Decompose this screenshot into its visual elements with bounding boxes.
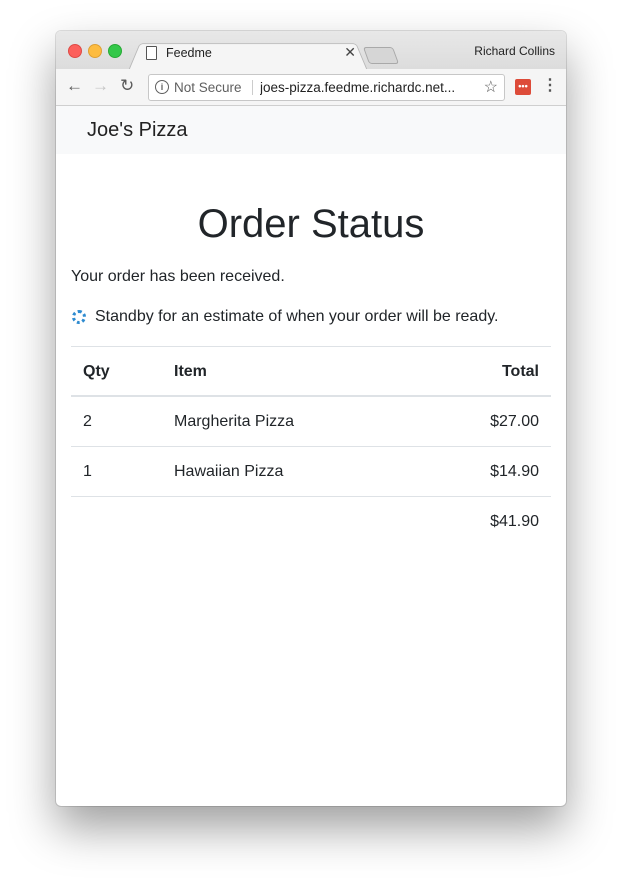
menu-icon[interactable]: ⋮: [542, 77, 558, 95]
grand-total: $41.90: [490, 513, 539, 530]
address-separator: [252, 80, 253, 95]
browser-toolbar: ← → ↻ i Not Secure joes-pizza.feedme.ric…: [56, 69, 566, 106]
new-tab-button[interactable]: [362, 47, 400, 64]
row-total: $14.90: [490, 463, 539, 480]
bookmark-star-icon[interactable]: ☆: [484, 77, 498, 97]
brand-link[interactable]: Joe's Pizza: [87, 119, 188, 142]
page-title: Order Status: [197, 202, 425, 246]
url-text[interactable]: joes-pizza.feedme.richardc.net...: [260, 80, 475, 95]
grand-total-row: $41.90: [71, 496, 551, 546]
forward-arrow-icon[interactable]: →: [92, 76, 109, 96]
loading-spinner-icon: [72, 310, 86, 324]
table-row: 1 Hawaiian Pizza $14.90: [71, 446, 551, 496]
table-row: 2 Margherita Pizza $27.00: [71, 396, 551, 446]
title-bar: Feedme ✕ Richard Collins: [56, 31, 566, 71]
info-icon[interactable]: i: [155, 80, 169, 94]
order-received-message: Your order has been received.: [71, 268, 285, 285]
minimize-window-button[interactable]: [88, 44, 102, 58]
header-total: Total: [501, 363, 539, 380]
maximize-window-button[interactable]: [108, 44, 122, 58]
reload-icon[interactable]: ↻: [120, 76, 134, 96]
profile-name[interactable]: Richard Collins: [474, 44, 555, 58]
header-item: Item: [174, 363, 207, 380]
close-window-button[interactable]: [68, 44, 82, 58]
table-header-row: Qty Item Total: [71, 346, 551, 396]
row-total: $27.00: [490, 413, 539, 430]
row-qty: 1: [83, 463, 92, 480]
tab-close-icon[interactable]: ✕: [344, 44, 356, 61]
address-bar[interactable]: i Not Secure joes-pizza.feedme.richardc.…: [148, 74, 505, 101]
order-table: Qty Item Total 2 Margherita Pizza $27.00…: [71, 346, 551, 546]
tab-title: Feedme: [166, 46, 212, 60]
browser-window: Feedme ✕ Richard Collins ← → ↻ i Not Sec…: [56, 31, 566, 806]
document-icon: [146, 46, 157, 60]
security-label[interactable]: Not Secure: [174, 80, 242, 95]
header-qty: Qty: [83, 363, 110, 380]
tab-content: Feedme ✕: [146, 44, 356, 65]
row-item: Margherita Pizza: [174, 413, 295, 430]
standby-message: Standby for an estimate of when your ord…: [95, 308, 499, 325]
back-arrow-icon[interactable]: ←: [66, 76, 83, 96]
row-item: Hawaiian Pizza: [174, 463, 284, 480]
lastpass-icon[interactable]: •••: [515, 79, 531, 95]
row-qty: 2: [83, 413, 92, 430]
site-navbar: Joe's Pizza: [56, 106, 566, 154]
